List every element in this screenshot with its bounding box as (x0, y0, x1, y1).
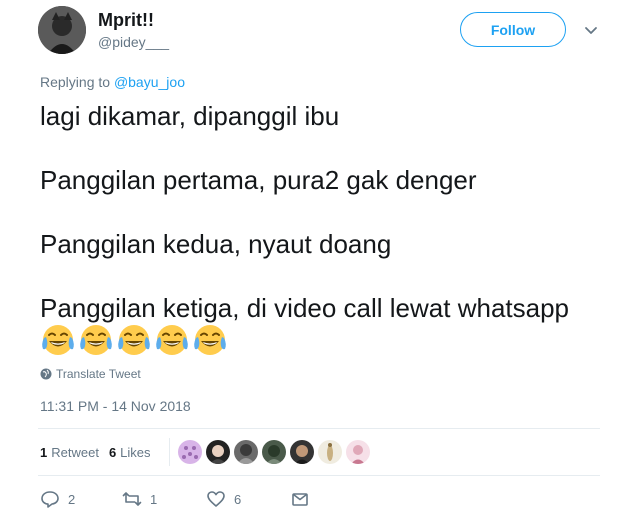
liker-avatar[interactable] (233, 440, 258, 464)
face-with-tears-of-joy-icon (192, 322, 228, 362)
envelope-icon (292, 493, 308, 506)
heart-icon (207, 491, 225, 507)
face-with-tears-of-joy-icon (40, 322, 76, 362)
retweet-stat-count: 1 (40, 444, 48, 460)
replying-to: Replying to @bayu_joo (40, 74, 185, 90)
likes-stat-label: Likes (120, 444, 151, 460)
liker-avatar[interactable] (317, 440, 342, 464)
user-handle[interactable]: @pidey___ (98, 34, 169, 50)
retweet-stat-label: Retweet (51, 444, 99, 460)
display-name[interactable]: Mprit!! (98, 10, 154, 31)
emoji-row (40, 322, 228, 362)
liker-avatar[interactable] (177, 440, 202, 464)
liker-avatar[interactable] (205, 440, 230, 464)
translate-tweet-link[interactable]: Translate Tweet (40, 367, 141, 381)
replying-prefix: Replying to (40, 74, 111, 90)
tweet-line-3: Panggilan kedua, nyaut doang (40, 229, 392, 259)
tweet-actions: 2 1 6 (40, 488, 318, 510)
avatar[interactable] (38, 6, 86, 54)
face-with-tears-of-joy-icon (116, 322, 152, 362)
reply-button[interactable]: 2 (40, 489, 122, 509)
retweet-stat[interactable]: 1 Retweet (40, 445, 99, 460)
timestamp[interactable]: 11:31 PM - 14 Nov 2018 (40, 398, 191, 414)
retweet-icon (122, 492, 142, 506)
globe-icon (40, 368, 52, 380)
follow-button[interactable]: Follow (460, 12, 566, 47)
liker-avatar[interactable] (345, 440, 370, 464)
retweet-count: 1 (150, 491, 158, 507)
tweet-line-2: Panggilan pertama, pura2 gak denger (40, 165, 477, 195)
translate-label[interactable]: Translate Tweet (56, 367, 141, 381)
likes-stat-count: 6 (108, 444, 117, 460)
tweet-stats: 1 Retweet 6 Likes (40, 438, 370, 466)
reply-count: 2 (68, 491, 76, 507)
divider (38, 428, 600, 429)
divider (38, 475, 600, 476)
face-with-tears-of-joy-icon (78, 322, 114, 362)
retweet-button[interactable]: 1 (122, 489, 206, 509)
tweet-line-4: Panggilan ketiga, di video call lewat wh… (40, 293, 570, 323)
likes-stat[interactable]: 6 Likes (109, 445, 151, 460)
reply-icon (41, 491, 59, 508)
tweet-header: Mprit!! @pidey___ Follow (38, 6, 608, 58)
stats-separator (168, 438, 170, 466)
tweet-line-1: lagi dikamar, dipanggil ibu (40, 101, 340, 131)
liker-avatar[interactable] (261, 440, 286, 464)
reply-mention-link[interactable]: @bayu_joo (114, 74, 185, 90)
face-with-tears-of-joy-icon (154, 322, 190, 362)
liker-avatar[interactable] (289, 440, 314, 464)
like-button[interactable]: 6 (206, 489, 290, 509)
direct-message-button[interactable] (290, 489, 318, 509)
liker-avatars (177, 440, 370, 464)
chevron-down-icon[interactable] (583, 22, 599, 38)
like-count: 6 (234, 491, 242, 507)
